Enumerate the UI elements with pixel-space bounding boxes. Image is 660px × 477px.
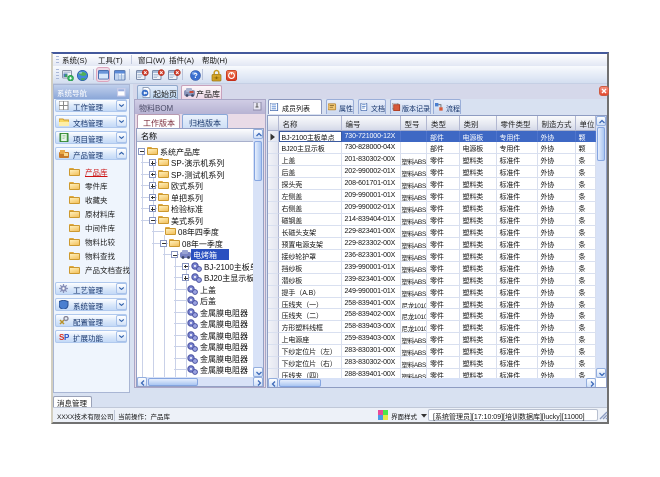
svg-text:P: P — [64, 333, 69, 341]
svg-text:?: ? — [193, 71, 198, 80]
